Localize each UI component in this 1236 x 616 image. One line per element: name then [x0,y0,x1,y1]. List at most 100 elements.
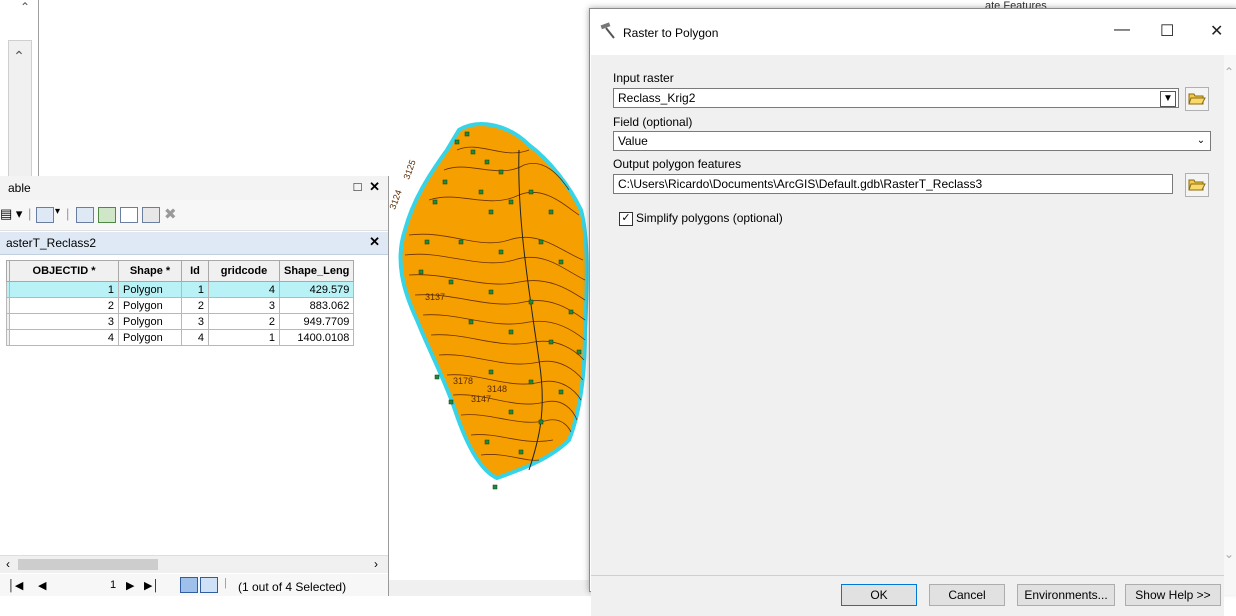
close-icon[interactable]: ✕ [369,179,380,194]
cell-objectid[interactable]: 2 [9,297,119,314]
table-options-icon[interactable]: ▤ ▾ [0,206,22,222]
dropdown-arrow-icon[interactable]: ▼ [1160,91,1176,107]
tab-close-icon[interactable]: ✕ [369,234,380,250]
table-tab-label: asterT_Reclass2 [6,236,97,250]
raster-to-polygon-dialog: Raster to Polygon — ☐ ✕ Input raster Rec… [589,8,1236,616]
switch-selection-icon[interactable] [98,207,116,223]
dialog-vertical-scrollbar[interactable]: ⌃ ⌄ [1224,55,1236,595]
map-view[interactable]: 3124 3125 3137 3147 3148 3178 [389,0,591,580]
cell-gridcode[interactable]: 4 [208,281,280,298]
cell-objectid[interactable]: 3 [9,313,119,330]
folder-open-icon [1188,93,1206,105]
cell-shape[interactable]: Polygon [118,313,182,330]
cell-shape-leng[interactable]: 429.579 [278,281,355,298]
field-value: Value [618,134,648,148]
ok-button[interactable]: OK [841,584,917,606]
show-all-records-icon[interactable] [180,577,198,593]
table-status-bar: │◀ ◀ 1 ▶ ▶│ | (1 out of 4 Selected) [0,574,388,596]
dialog-titlebar[interactable]: Raster to Polygon — ☐ ✕ [590,9,1236,55]
first-record-icon[interactable]: │◀ [8,579,23,592]
contour-label: 3147 [471,394,491,404]
cell-shape[interactable]: Polygon [118,329,182,346]
table-row[interactable]: 3 Polygon 3 2 949.7709 [6,313,355,330]
chevron-up-icon[interactable]: ⌃ [20,0,30,14]
table-window: able □ ✕ ▤ ▾ | ▾ | ✖ asterT_Reclass2 ✕ O… [0,176,389,596]
contour-label: 3178 [453,376,473,386]
cell-gridcode[interactable]: 2 [208,313,280,330]
related-tables-dropdown-icon[interactable]: ▾ [55,206,60,217]
cell-shape-leng[interactable]: 1400.0108 [278,329,355,346]
cell-objectid[interactable]: 4 [9,329,119,346]
table-horizontal-scrollbar[interactable]: ‹ › [0,555,388,573]
column-header-shape-leng[interactable]: Shape_Leng [278,260,355,282]
column-header-objectid[interactable]: OBJECTID * [9,260,119,282]
table-window-title: able [8,181,31,195]
scrollbar-thumb[interactable] [18,559,158,570]
scroll-left-icon[interactable]: ‹ [6,557,10,571]
contour-label: 3124 [389,188,404,210]
scroll-right-icon[interactable]: › [374,557,378,571]
clear-selection-icon[interactable] [120,207,138,223]
table-row[interactable]: 1 Polygon 1 4 429.579 [6,281,355,298]
cell-id[interactable]: 3 [181,313,209,330]
cell-gridcode[interactable]: 1 [208,329,280,346]
input-raster-select[interactable]: Reclass_Krig2 ▼ [613,88,1179,108]
chevron-down-icon[interactable]: ⌄ [1194,134,1208,148]
related-tables-icon[interactable] [36,207,54,223]
field-label: Field (optional) [613,115,693,129]
scroll-up-icon[interactable]: ⌃ [1224,65,1234,79]
show-selected-records-icon[interactable] [200,577,218,593]
cell-objectid[interactable]: 1 [9,281,119,298]
close-icon[interactable]: ✕ [1210,21,1223,41]
previous-record-icon[interactable]: ◀ [38,579,46,592]
output-features-label: Output polygon features [613,157,742,171]
scroll-down-icon[interactable]: ⌄ [1224,547,1234,561]
cell-id[interactable]: 1 [181,281,209,298]
next-record-icon[interactable]: ▶ [126,579,134,592]
contour-label: 3137 [425,292,445,302]
table-row[interactable]: 2 Polygon 2 3 883.062 [6,297,355,314]
attribute-table: OBJECTID * Shape * Id gridcode Shape_Len… [6,260,355,346]
table-tab[interactable]: asterT_Reclass2 ✕ [0,232,388,255]
cell-id[interactable]: 2 [181,297,209,314]
maximize-icon[interactable]: ☐ [1160,21,1174,41]
table-window-titlebar[interactable]: able □ ✕ [0,176,388,201]
contour-label: 3125 [401,158,417,180]
output-features-value: C:\Users\Ricardo\Documents\ArcGIS\Defaul… [618,177,983,191]
show-help-button[interactable]: Show Help >> [1125,584,1221,606]
cell-gridcode[interactable]: 3 [208,297,280,314]
field-select[interactable]: Value ⌄ [613,131,1211,151]
input-raster-value: Reclass_Krig2 [618,91,696,105]
selection-status: (1 out of 4 Selected) [238,580,347,594]
cancel-button[interactable]: Cancel [929,584,1005,606]
cell-shape-leng[interactable]: 949.7709 [278,313,355,330]
output-features-input[interactable]: C:\Users\Ricardo\Documents\ArcGIS\Defaul… [613,174,1173,194]
restore-icon[interactable]: □ [354,179,362,194]
column-header-gridcode[interactable]: gridcode [208,260,280,282]
contour-label: 3148 [487,384,507,394]
environments-button[interactable]: Environments... [1017,584,1115,606]
input-raster-label: Input raster [613,71,674,85]
dialog-title: Raster to Polygon [623,26,719,40]
minimize-icon[interactable]: — [1114,21,1130,39]
map-status-bar [389,580,591,596]
scroll-up-icon[interactable]: ⌃ [8,48,30,72]
column-header-id[interactable]: Id [181,260,209,282]
table-row[interactable]: 4 Polygon 4 1 1400.0108 [6,329,355,346]
select-by-attributes-icon[interactable] [76,207,94,223]
cell-shape[interactable]: Polygon [118,281,182,298]
cell-shape-leng[interactable]: 883.062 [278,297,355,314]
table-toolbar: ▤ ▾ | ▾ | ✖ [0,200,388,231]
zoom-to-selected-icon[interactable] [142,207,160,223]
cell-shape[interactable]: Polygon [118,297,182,314]
hammer-icon [600,22,615,39]
browse-output-button[interactable] [1185,173,1209,197]
current-record-number[interactable]: 1 [110,579,116,591]
browse-input-button[interactable] [1185,87,1209,111]
last-record-icon[interactable]: ▶│ [144,579,159,592]
simplify-polygons-checkbox[interactable]: ✓ [619,212,633,226]
delete-selected-icon[interactable]: ✖ [164,205,177,223]
simplify-polygons-label: Simplify polygons (optional) [636,211,783,225]
column-header-shape[interactable]: Shape * [118,260,182,282]
cell-id[interactable]: 4 [181,329,209,346]
